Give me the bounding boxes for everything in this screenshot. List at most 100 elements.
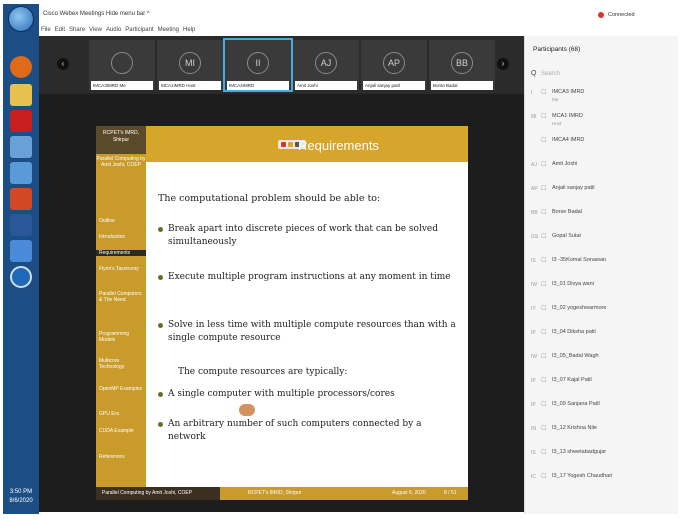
window-title[interactable]: Cisco Webex Meetings Hide menu bar ^ — [43, 11, 150, 17]
participant-initials: IC — [531, 474, 536, 480]
video-thumbnail[interactable]: MI MCA1IMRD Host — [157, 40, 223, 90]
slide-nav-item: Requirements — [96, 250, 146, 256]
participant-name: Borse Badal — [552, 209, 582, 215]
menu-item[interactable]: Share — [69, 27, 85, 33]
participant-name: Gopal Sutar — [552, 233, 582, 239]
app-icon-3[interactable] — [10, 240, 32, 262]
menu-item[interactable]: File — [41, 27, 51, 33]
participant-row[interactable]: IC ☐ I3_17 Yogesh Chaudhari — [525, 470, 679, 490]
slide-nav-item: Flynn's Taxonomy — [99, 266, 139, 272]
participant-avatar: AJ — [315, 52, 337, 74]
slide-footer: Parallel Computing by Amit Joshi, COEP R… — [96, 487, 468, 500]
participant-row[interactable]: IP ☐ I3_09 Sanjana Patil — [525, 398, 679, 418]
menu-item[interactable]: Edit — [55, 27, 65, 33]
participant-avatar: MI — [179, 52, 201, 74]
participant-name: IMCA3 IMRD — [552, 89, 585, 95]
participant-name: I3_09 Sanjana Patil — [552, 401, 600, 407]
participant-name: I3_04 Diksha patil — [552, 329, 596, 335]
meeting-controls-handle[interactable] — [239, 404, 255, 416]
strip-next-icon[interactable]: › — [497, 58, 509, 70]
word-icon[interactable] — [10, 214, 32, 236]
menu-item[interactable]: Meeting — [158, 27, 179, 33]
device-icon: ☐ — [541, 330, 547, 336]
participant-row[interactable]: AP ☐ Anjali sanjay patil — [525, 182, 679, 202]
device-icon: ☐ — [541, 402, 547, 408]
app-icon[interactable] — [10, 136, 32, 158]
webex-icon[interactable] — [10, 266, 32, 288]
video-thumbnail[interactable]: AP Anjali sanjay patil — [361, 40, 427, 90]
powerpoint-icon[interactable] — [10, 188, 32, 210]
participant-row[interactable]: IW ☐ I3_01 Divya wani — [525, 278, 679, 298]
app-icon-2[interactable] — [10, 162, 32, 184]
video-thumbnail[interactable]: IMCA3IMRD Me — [89, 40, 155, 90]
participant-row[interactable]: IW ☐ I3_05_Badal Wagh — [525, 350, 679, 370]
participant-name: I3_12 Krishna Nile — [552, 425, 597, 431]
thumbnail-caption: IMCA4IMRD — [227, 81, 289, 90]
slide-nav-item: Outline — [99, 218, 115, 224]
connection-status[interactable]: Connected — [608, 12, 635, 18]
participant-row[interactable]: IP ☐ I3_07 Kajal Patil — [525, 374, 679, 394]
webex-screen: 3:50 PM 8/6/2020 Cisco Webex Meetings Hi… — [0, 0, 681, 519]
slide-nav-item: Programming Models — [99, 331, 130, 343]
slide-nav-item: Introduction — [99, 234, 126, 240]
strip-prev-icon[interactable]: ‹ — [57, 58, 69, 70]
menu-item[interactable]: Help — [183, 27, 195, 33]
device-icon: ☐ — [541, 210, 547, 216]
device-icon: ☐ — [541, 306, 547, 312]
participant-row[interactable]: BB ☐ Borse Badal — [525, 206, 679, 226]
video-strip: ‹ IMCA3IMRD Me MI MCA1IMRD Host II IMCA4IMRD… — [39, 36, 524, 94]
menu-item[interactable]: Audio — [106, 27, 121, 33]
participant-name: I3 -35Komal Sonawan — [552, 257, 607, 263]
pdf-reader-icon[interactable] — [10, 110, 32, 132]
participant-row[interactable]: I ☐ IMCA3 IMRD Me — [525, 86, 679, 106]
slide-subheading: The compute resources are typically: — [178, 367, 348, 377]
participant-initials: IS — [531, 450, 536, 456]
participant-row[interactable]: IS ☐ I3 -35Komal Sonawan — [525, 254, 679, 274]
participant-avatar: II — [247, 52, 269, 74]
windows-taskbar: 3:50 PM 8/6/2020 — [3, 4, 39, 514]
participant-initials: AJ — [531, 162, 537, 168]
participant-initials: IP — [531, 330, 536, 336]
participant-name: I3_05_Badal Wagh — [552, 353, 599, 359]
slide-nav-item: OpenMP Examples — [99, 386, 142, 392]
participant-role: Host — [552, 121, 562, 126]
participant-avatar: AP — [383, 52, 405, 74]
video-thumbnail[interactable]: AJ Amit Joshi — [293, 40, 359, 90]
participant-name: Anjali sanjay patil — [552, 185, 595, 191]
participant-row[interactable]: IS ☐ I3_13 shwetabadgujar — [525, 446, 679, 466]
participant-row[interactable]: MI ☐ MCA1 IMRD Host — [525, 110, 679, 130]
participant-row[interactable]: IN ☐ I3_12 Krishna Nile — [525, 422, 679, 442]
slide-nav-item: Parallel Computers & The Need — [99, 291, 142, 303]
slide-title: Requirements — [298, 138, 379, 153]
menu-item[interactable]: View — [89, 27, 102, 33]
thumbnail-caption: Anjali sanjay patil — [363, 81, 425, 90]
chrome-icon[interactable] — [10, 56, 32, 78]
participant-initials: I — [531, 90, 533, 96]
slide-bullet: An arbitrary number of such computers co… — [158, 418, 458, 444]
participant-row[interactable]: IY ☐ I3_02 yogeshwarmore — [525, 302, 679, 322]
menu-item[interactable]: Participant — [125, 27, 153, 33]
participant-row[interactable]: GS ☐ Gopal Sutar — [525, 230, 679, 250]
slide-nav-item: GPU Era — [99, 411, 120, 417]
participant-initials: GS — [531, 234, 539, 240]
video-thumbnail[interactable]: BB Borse Badal — [429, 40, 495, 90]
video-thumbnail[interactable]: II IMCA4IMRD — [223, 38, 293, 92]
participant-row[interactable]: IP ☐ I3_04 Diksha patil — [525, 326, 679, 346]
device-icon: ☐ — [541, 354, 547, 360]
thumbnail-caption: MCA1IMRD Host — [159, 81, 221, 90]
device-icon: ☐ — [541, 234, 547, 240]
participant-search-input[interactable]: Search — [541, 71, 560, 77]
file-explorer-icon[interactable] — [10, 84, 32, 106]
participant-name: IMCA4 IMRD — [552, 137, 585, 143]
slide-title-bar: Requirements — [146, 126, 468, 162]
participants-header[interactable]: Participants (68) — [533, 46, 580, 53]
slide-nav-item: CUDA Example — [99, 428, 134, 434]
thumbnail-caption: IMCA3IMRD Me — [91, 81, 153, 90]
participant-row[interactable]: ☐ IMCA4 IMRD — [525, 134, 679, 154]
title-bar: Cisco Webex Meetings Hide menu bar ^ — [39, 4, 678, 26]
participant-row[interactable]: AJ ☐ Amit Joshi — [525, 158, 679, 178]
start-button-icon[interactable] — [8, 6, 34, 32]
participant-initials: IW — [531, 282, 538, 288]
participant-initials: IP — [531, 378, 536, 384]
participant-name: Amit Joshi — [552, 161, 578, 167]
